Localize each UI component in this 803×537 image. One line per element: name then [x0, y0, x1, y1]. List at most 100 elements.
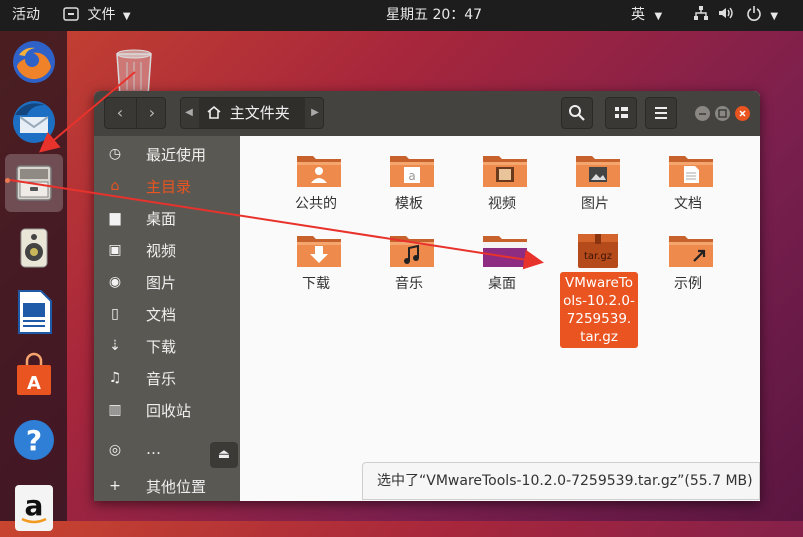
forward-button[interactable]: ›	[136, 98, 167, 128]
svg-text:a: a	[25, 489, 44, 522]
path-home-button[interactable]: 主文件夹	[199, 98, 305, 128]
rhythmbox-launcher[interactable]	[5, 219, 63, 277]
sidebar-item-label: 最近使用	[146, 146, 207, 164]
file-item[interactable]: 示例	[643, 216, 733, 296]
system-menu[interactable]: ▼	[693, 0, 778, 31]
plus-icon: +	[109, 478, 121, 494]
file-item[interactable]: 文档	[643, 136, 733, 216]
sidebar-item-label: 视频	[146, 242, 177, 260]
list-view-icon	[615, 107, 628, 118]
maximize-button[interactable]	[715, 106, 730, 121]
file-view: 公共的 a 模板 视频 图片 文档 下载 音乐 桌面 tar.gz VMwareTo ols-10.2…	[246, 136, 760, 501]
sidebar-item-label: …	[146, 440, 161, 458]
file-icon	[296, 231, 342, 269]
music-folder-icon	[390, 236, 434, 267]
file-icon	[575, 151, 621, 189]
selected-file-label-line: VMwareTo	[565, 275, 633, 291]
maximize-icon	[718, 109, 727, 118]
desktop-folder-icon	[483, 236, 527, 267]
clock[interactable]: 星期五 20：47	[386, 0, 482, 31]
templates-folder-icon: a	[390, 156, 434, 187]
sidebar-item-label: 回收站	[146, 402, 192, 420]
menu-button[interactable]	[645, 97, 677, 129]
svg-text:A: A	[27, 373, 41, 394]
network-icon	[694, 6, 708, 20]
sidebar-item-label: 其他位置	[146, 478, 207, 496]
input-method-menu[interactable]: 英 ▼	[631, 0, 662, 31]
chevron-down-icon: ▼	[122, 11, 131, 22]
sidebar-item[interactable]: ◉ 图片	[94, 266, 240, 298]
file-name: 下载	[302, 276, 330, 292]
file-item[interactable]: 图片	[550, 136, 640, 216]
file-icon	[389, 231, 435, 269]
sidebar: ◷ 最近使用 ⌂ 主目录 ▆ 桌面 ▣ 视频 ◉ 图片 ▯ 文档 ⇣ 下载 ♫ 音乐 ▥ 回收站 ◎ … + 其他位置 ⏏	[94, 136, 240, 501]
sidebar-item-label: 音乐	[146, 370, 177, 388]
amazon-launcher[interactable]: a	[5, 475, 63, 533]
status-bar: 选中了“VMwareTools-10.2.0-7259539.tar.gz”(5…	[362, 462, 760, 500]
sidebar-item[interactable]: ◷ 最近使用	[94, 138, 240, 170]
sidebar-item[interactable]: ♫ 音乐	[94, 362, 240, 394]
documents-folder-icon	[669, 156, 713, 187]
sidebar-item[interactable]: ▯ 文档	[94, 298, 240, 330]
close-button[interactable]	[735, 106, 750, 121]
music-icon: ♫	[108, 370, 122, 386]
path-label: 主文件夹	[229, 104, 290, 122]
power-icon	[747, 6, 761, 21]
sidebar-item[interactable]: ⌂ 主目录	[94, 170, 240, 202]
sidebar-item[interactable]: ▣ 视频	[94, 234, 240, 266]
file-icon	[296, 151, 342, 189]
sidebar-item[interactable]: ▥ 回收站	[94, 394, 240, 426]
file-item[interactable]: 桌面	[457, 216, 547, 296]
header-bar: ‹ › ◀ 主文件夹 ▶	[94, 91, 760, 136]
activities-button[interactable]: 活动	[12, 0, 40, 31]
help-launcher[interactable]: ?	[5, 411, 63, 469]
svg-text:a: a	[408, 169, 415, 183]
download-icon: ⇣	[109, 338, 121, 354]
software-center-launcher[interactable]: A	[5, 347, 63, 405]
path-right-arrow[interactable]: ▶	[307, 98, 323, 128]
file-item[interactable]: a 模板	[364, 136, 454, 216]
file-item[interactable]: tar.gz VMwareTo ols-10.2.0- 7259539. tar.gz	[550, 216, 640, 348]
sidebar-item-label: 主目录	[146, 178, 192, 196]
close-icon	[739, 110, 746, 117]
file-item[interactable]: 音乐	[364, 216, 454, 296]
writer-launcher[interactable]	[5, 283, 63, 341]
thunderbird-launcher[interactable]	[5, 93, 63, 151]
files-launcher[interactable]	[5, 154, 63, 212]
document-writer-icon	[18, 290, 52, 334]
file-name: 音乐	[395, 276, 423, 292]
file-item[interactable]: 下载	[271, 216, 361, 296]
sidebar-item[interactable]: ▆ 桌面	[94, 202, 240, 234]
hamburger-icon	[655, 107, 667, 119]
back-button[interactable]: ‹	[105, 98, 135, 128]
camera-icon: ◉	[108, 274, 122, 290]
file-name: 公共的	[295, 196, 337, 212]
file-icon: a	[389, 151, 435, 189]
file-icon	[668, 151, 714, 189]
amazon-icon: a	[15, 485, 53, 531]
file-icon: tar.gz	[575, 231, 621, 269]
sidebar-item[interactable]: + 其他位置	[94, 470, 240, 501]
app-menu[interactable]: 文件 ▼	[63, 0, 131, 31]
file-item[interactable]: 视频	[457, 136, 547, 216]
file-item[interactable]: 公共的	[271, 136, 361, 216]
path-bar: ◀ 主文件夹 ▶	[180, 97, 324, 129]
firefox-launcher[interactable]	[5, 33, 63, 91]
sidebar-item[interactable]: ⇣ 下载	[94, 330, 240, 362]
file-cabinet-icon	[16, 165, 52, 201]
sidebar-item-label: 下载	[146, 338, 177, 356]
home-icon: ⌂	[110, 178, 120, 194]
speaker-icon	[20, 228, 48, 268]
path-left-arrow[interactable]: ◀	[181, 98, 197, 128]
view-toggle-button[interactable]	[605, 97, 637, 129]
search-icon	[569, 105, 585, 121]
selected-file-label: VMwareTo ols-10.2.0- 7259539. tar.gz	[560, 272, 638, 348]
selected-file-label-line: 7259539.	[566, 311, 632, 327]
file-icon	[668, 231, 714, 269]
pictures-folder-icon	[576, 156, 620, 187]
minimize-button[interactable]	[695, 106, 710, 121]
search-button[interactable]	[561, 97, 593, 129]
file-icon	[482, 151, 528, 189]
eject-button[interactable]: ⏏	[210, 442, 238, 468]
home-icon	[207, 105, 221, 119]
